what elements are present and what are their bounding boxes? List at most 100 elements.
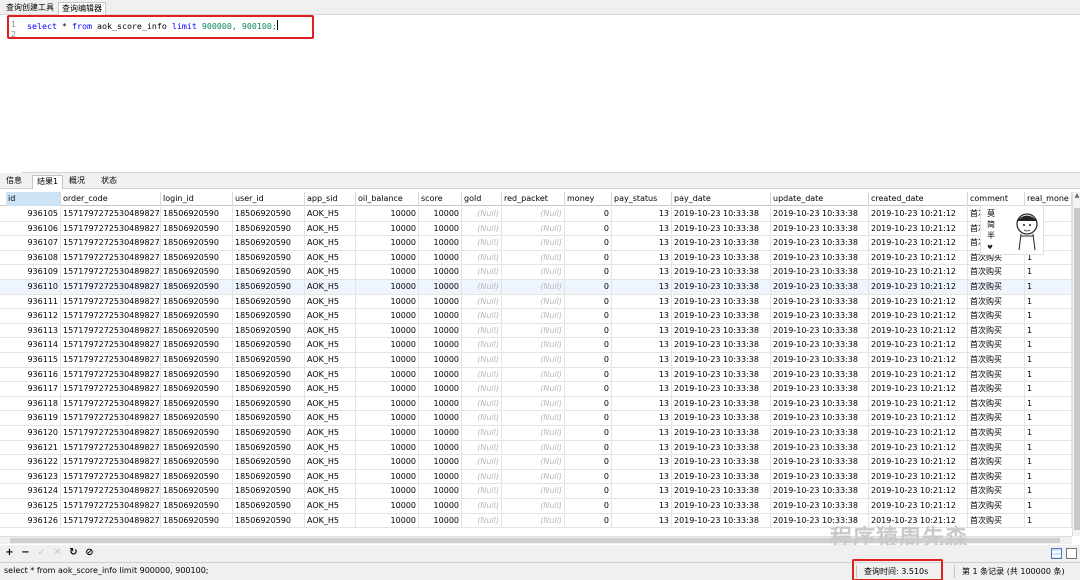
col-user-id[interactable]: 18506920590 [233, 323, 305, 338]
col-gold[interactable]: (Null) [462, 455, 502, 470]
col-login-id[interactable]: 18506920590 [161, 411, 233, 426]
col-pay-date[interactable]: 2019-10-23 10:33:38 [672, 207, 771, 221]
col-red-packet[interactable]: (Null) [502, 309, 565, 324]
col-gold[interactable]: (Null) [462, 499, 502, 513]
col-pay-status[interactable]: 13 [612, 280, 672, 294]
col-score[interactable]: 10000 [419, 499, 462, 513]
table-row[interactable]: 936123 1571797272530489827 18506920590 1850… [0, 469, 1072, 485]
col-id[interactable]: 936111 [6, 294, 61, 309]
col-pay-date[interactable]: 2019-10-23 10:33:38 [672, 455, 771, 470]
col-user-id[interactable]: 18506920590 [233, 499, 305, 513]
col-pay-date[interactable]: 2019-10-23 10:33:38 [672, 250, 771, 265]
col-comment[interactable]: 首次购买 [968, 484, 1025, 499]
table-row[interactable]: 936115 1571797272530489827 18506920590 1850… [0, 353, 1072, 368]
check-icon[interactable]: ✓ [35, 546, 48, 560]
col-user-id[interactable]: 18506920590 [233, 353, 305, 367]
col-real-money[interactable]: 1 [1025, 396, 1072, 411]
col-oil-balance[interactable]: 10000 [356, 207, 419, 221]
col-id[interactable]: 936107 [6, 236, 61, 251]
col-pay-date[interactable]: 2019-10-23 10:33:38 [672, 323, 771, 338]
col-gold[interactable]: (Null) [462, 440, 502, 455]
tab-status[interactable]: 状态 [97, 175, 121, 189]
col-oil-balance[interactable]: 10000 [356, 396, 419, 411]
table-row[interactable]: 936107 1571797272530489827 18506920590 1850… [0, 236, 1072, 251]
col-created-date[interactable]: 2019-10-23 10:21:12 [869, 440, 968, 455]
col-login-id[interactable]: 18506920590 [161, 265, 233, 280]
col-money[interactable]: 0 [565, 353, 612, 367]
col-red-packet[interactable]: (Null) [502, 236, 565, 251]
col-score[interactable]: 10000 [419, 455, 462, 470]
col-app-sid[interactable]: AOK_H5 [305, 469, 356, 484]
col-pay-status[interactable]: 13 [612, 294, 672, 309]
col-score[interactable]: 10000 [419, 265, 462, 280]
col-created-date[interactable]: 2019-10-23 10:21:12 [869, 221, 968, 236]
col-app-sid[interactable]: AOK_H5 [305, 426, 356, 440]
col-update-date[interactable]: 2019-10-23 10:33:38 [771, 455, 869, 470]
col-comment[interactable]: 首次购买 [968, 265, 1025, 280]
vertical-scroll-thumb[interactable] [1074, 208, 1080, 530]
col-comment[interactable]: 首次购买 [968, 294, 1025, 309]
col-login-id[interactable]: 18506920590 [161, 280, 233, 294]
col-money[interactable]: 0 [565, 440, 612, 455]
col-oil-balance[interactable]: 10000 [356, 280, 419, 294]
col-real-money[interactable]: 1 [1025, 499, 1072, 513]
col-real-money[interactable]: 1 [1025, 323, 1072, 338]
col-update-date[interactable]: 2019-10-23 10:33:38 [771, 484, 869, 499]
col-login-id[interactable]: 18506920590 [161, 469, 233, 484]
col-order-code[interactable]: 1571797272530489827 [61, 294, 161, 309]
col-pay-status[interactable]: 13 [612, 367, 672, 382]
table-row[interactable]: 936122 1571797272530489827 18506920590 1850… [0, 455, 1072, 470]
col-order-code[interactable]: 1571797272530489827 [61, 265, 161, 280]
col-login-id[interactable]: 18506920590 [161, 513, 233, 528]
col-id[interactable]: 936120 [6, 426, 61, 440]
col-pay-status[interactable]: 13 [612, 455, 672, 470]
col-money[interactable]: 0 [565, 250, 612, 265]
col-oil-balance[interactable]: 10000 [356, 411, 419, 426]
col-comment[interactable]: 首次购买 [968, 338, 1025, 353]
col-created-date[interactable]: 2019-10-23 10:21:12 [869, 294, 968, 309]
col-order-code[interactable]: 1571797272530489827 [61, 338, 161, 353]
col-login-id[interactable]: 18506920590 [161, 236, 233, 251]
col-created-date[interactable]: 2019-10-23 10:21:12 [869, 469, 968, 484]
col-red-packet[interactable]: (Null) [502, 367, 565, 382]
col-score[interactable]: 10000 [419, 469, 462, 484]
col-oil-balance[interactable]: 10000 [356, 455, 419, 470]
col-money[interactable]: 0 [565, 469, 612, 484]
column-header-id[interactable]: id [6, 192, 61, 206]
col-score[interactable]: 10000 [419, 396, 462, 411]
col-app-sid[interactable]: AOK_H5 [305, 294, 356, 309]
col-user-id[interactable]: 18506920590 [233, 513, 305, 528]
col-comment[interactable]: 首次购买 [968, 426, 1025, 440]
col-user-id[interactable]: 18506920590 [233, 469, 305, 484]
col-order-code[interactable]: 1571797272530489827 [61, 440, 161, 455]
col-money[interactable]: 0 [565, 426, 612, 440]
col-money[interactable]: 0 [565, 294, 612, 309]
col-created-date[interactable]: 2019-10-23 10:21:12 [869, 207, 968, 221]
col-oil-balance[interactable]: 10000 [356, 265, 419, 280]
col-order-code[interactable]: 1571797272530489827 [61, 353, 161, 367]
col-app-sid[interactable]: AOK_H5 [305, 440, 356, 455]
col-order-code[interactable]: 1571797272530489827 [61, 250, 161, 265]
col-real-money[interactable]: 1 [1025, 484, 1072, 499]
col-money[interactable]: 0 [565, 455, 612, 470]
col-real-money[interactable]: 1 [1025, 513, 1072, 528]
col-gold[interactable]: (Null) [462, 294, 502, 309]
col-red-packet[interactable]: (Null) [502, 382, 565, 397]
col-comment[interactable]: 首次购买 [968, 367, 1025, 382]
col-user-id[interactable]: 18506920590 [233, 236, 305, 251]
col-gold[interactable]: (Null) [462, 309, 502, 324]
col-user-id[interactable]: 18506920590 [233, 250, 305, 265]
col-comment[interactable]: 首次购买 [968, 396, 1025, 411]
col-red-packet[interactable]: (Null) [502, 280, 565, 294]
col-created-date[interactable]: 2019-10-23 10:21:12 [869, 250, 968, 265]
col-oil-balance[interactable]: 10000 [356, 469, 419, 484]
col-pay-status[interactable]: 13 [612, 207, 672, 221]
table-row[interactable]: 936124 1571797272530489827 18506920590 1850… [0, 484, 1072, 499]
col-created-date[interactable]: 2019-10-23 10:21:12 [869, 236, 968, 251]
column-header-pay-status[interactable]: pay_status [612, 192, 672, 206]
col-comment[interactable]: 首次购买 [968, 411, 1025, 426]
col-user-id[interactable]: 18506920590 [233, 440, 305, 455]
vertical-scrollbar[interactable]: ▲ [1072, 192, 1080, 536]
col-update-date[interactable]: 2019-10-23 10:33:38 [771, 236, 869, 251]
col-app-sid[interactable]: AOK_H5 [305, 323, 356, 338]
